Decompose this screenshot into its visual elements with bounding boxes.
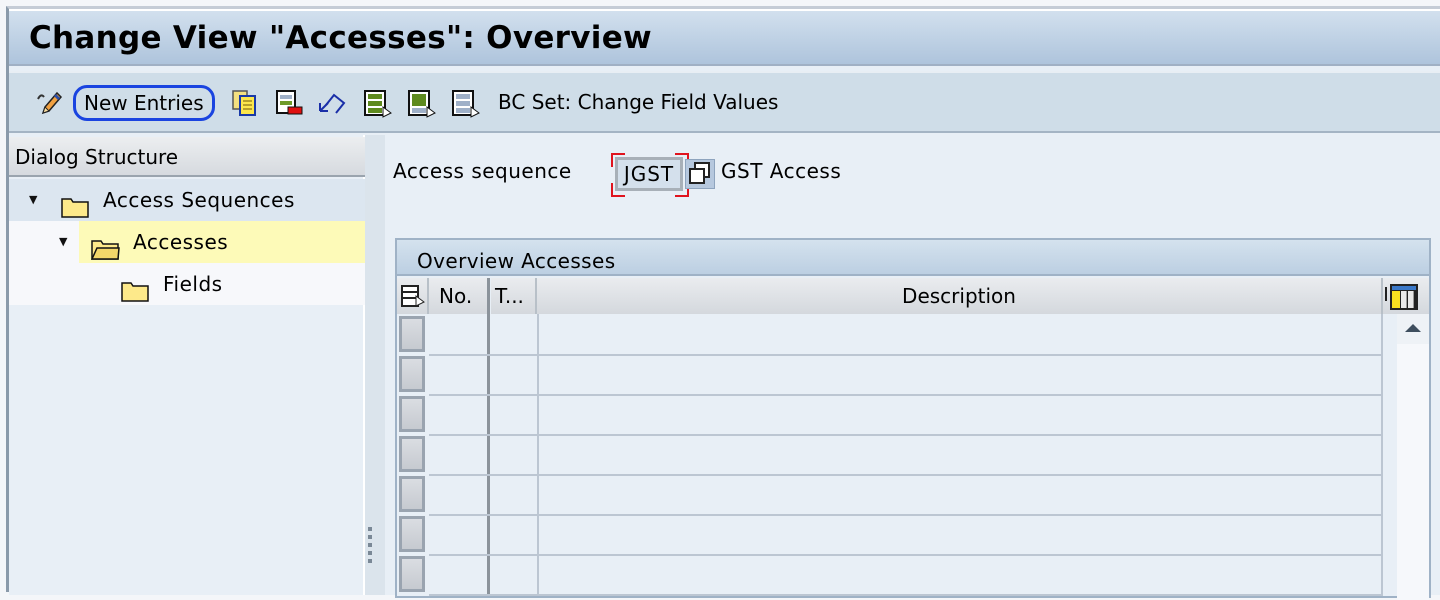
access-sequence-description: GST Access <box>721 159 842 183</box>
row-divider <box>429 354 1381 356</box>
splitter-grip <box>368 527 372 531</box>
column-separator <box>487 278 490 596</box>
access-sequence-label: Access sequence <box>393 159 572 183</box>
row-selector[interactable] <box>399 396 425 432</box>
title-bar: Change View "Accesses": Overview <box>9 9 1440 66</box>
copy-as-icon[interactable] <box>231 89 257 116</box>
row-divider <box>429 514 1381 516</box>
splitter-grip <box>368 559 372 563</box>
scroll-up-arrow-icon <box>1405 324 1421 332</box>
splitter-grip <box>368 551 372 555</box>
table-title: Overview Accesses <box>397 240 1429 276</box>
tree-node-fields[interactable]: Fields <box>9 263 365 305</box>
access-sequence-field[interactable]: JGST <box>615 157 683 191</box>
folder-icon <box>121 274 149 302</box>
main-content: Access sequence JGST GST Access Overview… <box>385 135 1440 600</box>
dialog-structure-header: Dialog Structure <box>9 137 365 177</box>
row-divider <box>429 474 1381 476</box>
display-change-icon[interactable] <box>35 89 63 115</box>
row-divider <box>429 434 1381 436</box>
page-title: Change View "Accesses": Overview <box>29 20 652 56</box>
undo-change-icon[interactable] <box>316 89 346 115</box>
value-help-button[interactable] <box>685 159 715 189</box>
row-selector[interactable] <box>399 356 425 392</box>
expand-triangle-icon[interactable]: ▼ <box>59 221 67 263</box>
copy-windows-icon <box>689 162 710 184</box>
folder-icon <box>61 190 89 218</box>
new-entries-button[interactable]: New Entries <box>73 85 215 121</box>
splitter-grip <box>368 543 372 547</box>
open-folder-icon <box>90 232 120 260</box>
tree-node-access-sequences[interactable]: ▼ Access Sequences <box>9 179 365 221</box>
application-toolbar: New Entries BC Set: Change Field Values <box>9 71 1440 133</box>
table-config-icon <box>1385 284 1418 310</box>
row-divider <box>429 554 1381 556</box>
splitter-grip <box>368 535 372 539</box>
column-select-icon <box>401 285 425 307</box>
tree-node-label: Accesses <box>133 230 229 254</box>
row-selector[interactable] <box>399 476 425 512</box>
sap-window: Change View "Accesses": Overview New Ent… <box>6 6 1440 600</box>
overview-accesses-table: Overview Accesses No. T... Description <box>395 238 1431 600</box>
select-block-icon[interactable] <box>407 89 436 118</box>
scroll-up-button[interactable] <box>1397 314 1429 344</box>
bc-set-change-field-values-button[interactable]: BC Set: Change Field Values <box>498 90 778 114</box>
tree-node-accesses[interactable]: ▼ Accesses <box>9 221 365 263</box>
vertical-scrollbar[interactable] <box>1397 314 1429 600</box>
delete-icon[interactable] <box>275 89 303 115</box>
column-header-type[interactable]: T... <box>491 278 537 314</box>
row-selector[interactable] <box>399 516 425 552</box>
dialog-structure-pane: Dialog Structure ▼ Access Sequences ▼ Ac… <box>9 135 365 595</box>
deselect-all-icon[interactable] <box>451 89 480 118</box>
expand-triangle-icon[interactable]: ▼ <box>29 179 37 221</box>
tree-node-label: Fields <box>163 272 223 296</box>
column-separator <box>1381 314 1383 596</box>
column-config-header[interactable] <box>1383 278 1429 314</box>
column-header-description[interactable]: Description <box>537 278 1383 314</box>
select-all-icon[interactable] <box>363 89 392 118</box>
row-selector[interactable] <box>399 556 425 592</box>
row-selector[interactable] <box>399 316 425 352</box>
pane-splitter[interactable] <box>365 135 385 595</box>
row-selector[interactable] <box>399 436 425 472</box>
tree-node-label: Access Sequences <box>103 188 295 212</box>
column-header-no[interactable]: No. <box>429 278 487 314</box>
row-divider <box>429 394 1381 396</box>
row-divider <box>429 594 1381 596</box>
table-settings-header[interactable] <box>397 278 429 314</box>
